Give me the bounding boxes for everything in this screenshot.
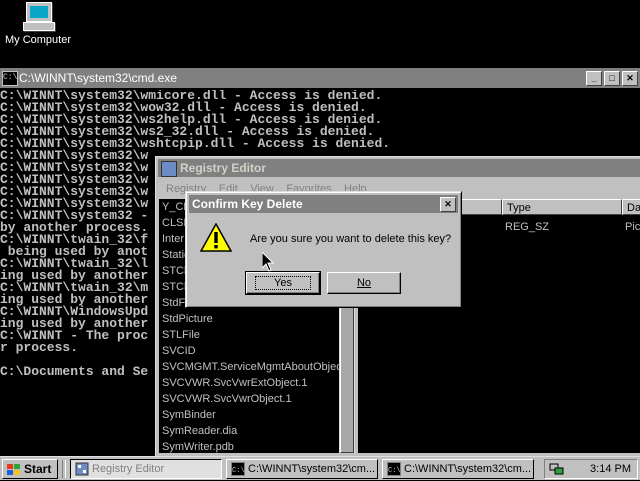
desktop-icon-my-computer[interactable]: My Computer bbox=[2, 2, 74, 46]
cmd-icon: C:\ bbox=[387, 462, 401, 476]
mouse-cursor-icon bbox=[261, 250, 275, 272]
start-button[interactable]: Start bbox=[2, 459, 58, 479]
registry-titlebar[interactable]: Registry Editor bbox=[158, 159, 640, 177]
tree-node[interactable]: STLFile bbox=[159, 327, 355, 343]
yes-button[interactable]: Yes bbox=[245, 271, 321, 295]
network-icon[interactable] bbox=[549, 462, 565, 476]
svg-text:C:\: C:\ bbox=[388, 467, 401, 475]
tree-node[interactable]: StdPicture bbox=[159, 311, 355, 327]
system-tray: 3:14 PM bbox=[544, 459, 638, 479]
cmd-app-icon: C:\ bbox=[2, 71, 18, 86]
registry-app-icon bbox=[161, 161, 177, 177]
cmd-icon: C:\ bbox=[231, 462, 245, 476]
tree-node[interactable]: SVCMGMT.ServiceMgmtAboutObject.1 bbox=[159, 359, 355, 375]
taskbar: Start Registry Editor C:\ C:\WINNT\syste… bbox=[0, 456, 640, 480]
taskbar-task-cmd[interactable]: C:\ C:\WINNT\system32\cm... bbox=[226, 459, 378, 479]
value-data: Pick bbox=[625, 221, 640, 233]
minimize-button[interactable]: _ bbox=[586, 71, 602, 86]
column-header-data[interactable]: Data bbox=[622, 199, 640, 215]
taskbar-task-label: C:\WINNT\system32\cm... bbox=[248, 463, 376, 475]
dialog-titlebar[interactable]: Confirm Key Delete ✕ bbox=[189, 195, 458, 213]
tree-node[interactable]: SVCVWR.SvcVwrObject.1 bbox=[159, 391, 355, 407]
clock[interactable]: 3:14 PM bbox=[590, 460, 631, 478]
value-type: REG_SZ bbox=[505, 221, 550, 233]
registry-editor-icon bbox=[75, 462, 89, 476]
cmd-titlebar[interactable]: C:\ C:\WINNT\system32\cmd.exe _ □ ✕ bbox=[0, 68, 640, 88]
taskbar-task-cmd[interactable]: C:\ C:\WINNT\system32\cm... bbox=[382, 459, 534, 479]
maximize-button[interactable]: □ bbox=[604, 71, 620, 86]
tree-node[interactable]: SymReader.dia bbox=[159, 423, 355, 439]
dialog-title: Confirm Key Delete bbox=[192, 197, 303, 211]
taskbar-task-registry-editor[interactable]: Registry Editor bbox=[70, 459, 222, 479]
warning-icon bbox=[199, 222, 233, 253]
start-label: Start bbox=[24, 462, 52, 476]
tree-node[interactable]: SVCID bbox=[159, 343, 355, 359]
tree-node[interactable]: SymBinder bbox=[159, 407, 355, 423]
confirm-key-delete-dialog[interactable]: Confirm Key Delete ✕ Are you sure you wa… bbox=[185, 191, 462, 308]
cmd-window-title: C:\WINNT\system32\cmd.exe bbox=[19, 71, 178, 85]
tree-node[interactable]: SymWriter.pdb bbox=[159, 439, 355, 453]
my-computer-icon bbox=[23, 2, 55, 31]
yes-button-label: Yes bbox=[255, 276, 311, 290]
svg-text:C:\: C:\ bbox=[232, 467, 245, 475]
registry-window-title: Registry Editor bbox=[180, 161, 267, 175]
windows-logo-icon bbox=[7, 463, 21, 475]
tree-node[interactable]: SVCVWR.SvcVwrExtObject.1 bbox=[159, 375, 355, 391]
dialog-close-button[interactable]: ✕ bbox=[440, 197, 456, 212]
dialog-message: Are you sure you want to delete this key… bbox=[250, 233, 452, 245]
no-button[interactable]: No bbox=[327, 272, 401, 294]
taskbar-task-label: Registry Editor bbox=[92, 463, 165, 475]
column-header-type[interactable]: Type bbox=[502, 199, 622, 215]
tree-scrollbar-thumb[interactable] bbox=[340, 303, 354, 453]
desktop-icon-label: My Computer bbox=[4, 34, 72, 46]
close-button[interactable]: ✕ bbox=[622, 71, 638, 86]
taskbar-separator bbox=[62, 460, 66, 478]
no-button-label: No bbox=[356, 277, 372, 289]
taskbar-task-label: C:\WINNT\system32\cm... bbox=[404, 463, 532, 475]
